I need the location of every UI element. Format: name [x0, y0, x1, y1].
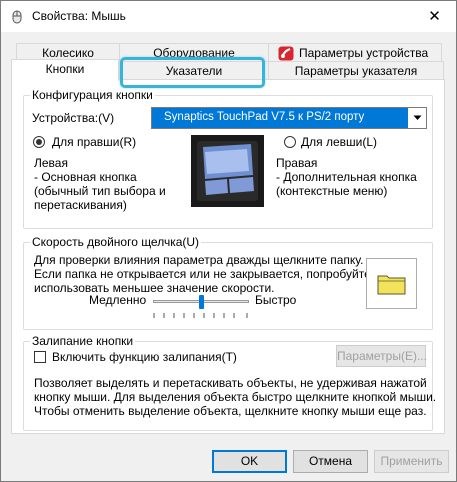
window-title: Свойства: Мышь	[32, 9, 126, 23]
folder-icon[interactable]	[377, 272, 407, 296]
left-handed-radio[interactable]	[284, 136, 296, 148]
left-button-title: Левая	[34, 156, 68, 170]
pointers-tab-highlight	[120, 57, 265, 88]
speed-slider[interactable]	[151, 295, 251, 321]
slider-thumb[interactable]	[198, 295, 204, 309]
tab-device-settings[interactable]: Параметры устройства	[268, 43, 442, 63]
right-button-title: Правая	[276, 156, 318, 170]
double-click-desc-2: Если папка не открывается или не закрыва…	[34, 267, 371, 281]
double-click-legend: Скорость двойного щелчка(U)	[30, 235, 202, 249]
left-button-desc-3: перетаскивания)	[34, 198, 127, 212]
ok-button[interactable]: OK	[212, 450, 287, 473]
close-icon[interactable]: ✕	[413, 1, 456, 32]
right-button-desc-1: - Дополнительная кнопка	[276, 170, 417, 184]
click-lock-desc-2: кнопку мыши. Для выделения объекта быстр…	[34, 390, 437, 404]
left-button-desc-1: - Основная кнопка	[34, 170, 137, 184]
tab-buttons[interactable]: Кнопки	[11, 59, 119, 81]
touchpad-image	[191, 135, 264, 207]
click-lock-settings-button[interactable]: Параметры(E)...	[336, 345, 427, 367]
click-lock-checkbox[interactable]	[34, 351, 46, 363]
right-button-desc-2: (контекстные меню)	[276, 184, 388, 198]
mouse-icon	[12, 10, 22, 24]
double-click-desc-1: Для проверки влияния параметра дважды ще…	[34, 253, 364, 267]
click-lock-label: Включить функцию залипания(T)	[52, 350, 237, 364]
apply-button[interactable]: Применить	[374, 450, 449, 473]
button-config-legend: Конфигурация кнопки	[30, 88, 155, 102]
speed-fast-label: Быстро	[255, 293, 297, 307]
device-select-value: Synaptics TouchPad V7.5 к PS/2 порту	[164, 111, 365, 123]
left-handed-label: Для левши(L)	[301, 135, 378, 149]
slider-ticks	[153, 313, 248, 318]
chevron-down-icon[interactable]	[408, 108, 426, 128]
device-label: Устройства:(V)	[32, 111, 115, 125]
click-lock-desc-1: Позволяет выделять и перетаскивать объек…	[34, 376, 427, 390]
tab-pointer-options[interactable]: Параметры указателя	[268, 61, 444, 81]
test-folder-box[interactable]	[366, 258, 417, 309]
click-lock-legend: Залипание кнопки	[30, 334, 136, 348]
title-bar: Свойства: Мышь ✕	[1, 1, 456, 32]
device-select[interactable]: Synaptics TouchPad V7.5 к PS/2 порту	[151, 107, 427, 129]
speed-slow-label: Медленно	[89, 293, 147, 307]
cancel-button[interactable]: Отмена	[293, 450, 368, 473]
click-lock-desc-3: Чтобы отменить выделение объекта, щелкни…	[34, 404, 427, 418]
left-button-desc-2: (обычный тип выбора и	[34, 184, 166, 198]
right-handed-radio[interactable]	[33, 136, 45, 148]
right-handed-label: Для правши(R)	[52, 135, 137, 149]
double-click-desc-3: использовать меньшее значение скорости.	[34, 281, 275, 295]
device-settings-icon	[278, 46, 294, 61]
mouse-properties-window: Свойства: Мышь ✕ Колесико Оборудование П…	[0, 0, 457, 482]
